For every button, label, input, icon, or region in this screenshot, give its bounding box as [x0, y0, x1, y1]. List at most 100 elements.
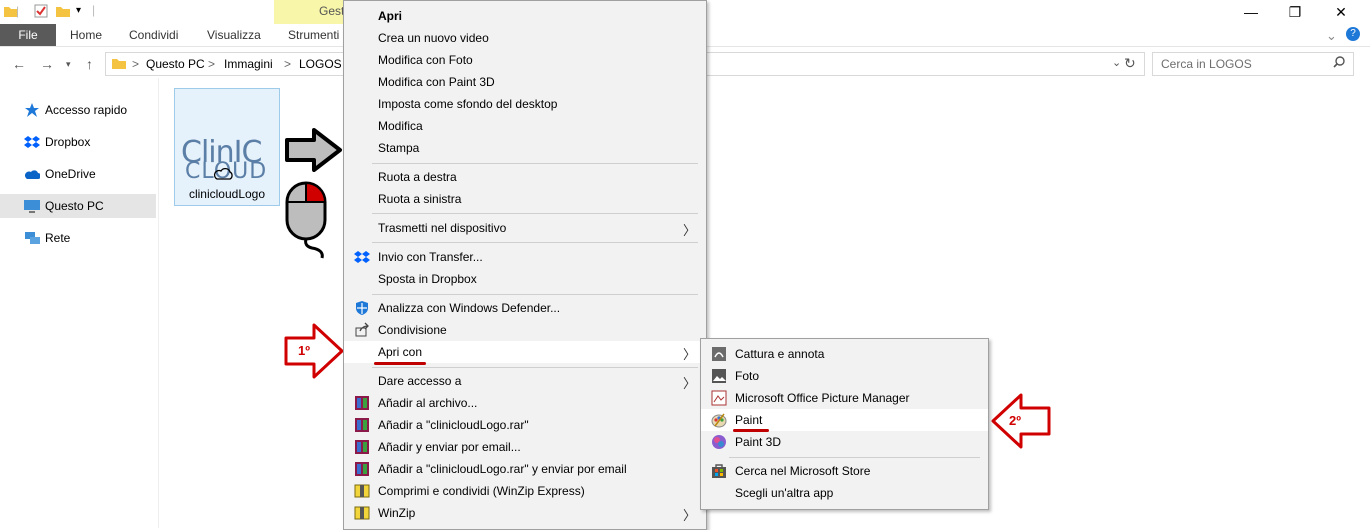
qa-dropdown-icon[interactable]: ▾	[76, 5, 81, 16]
menu-item-modifica-foto[interactable]: Modifica con Foto	[344, 49, 706, 71]
menu-item-anadir-rar-email[interactable]: Añadir a "clinicloudLogo.rar" y enviar p…	[344, 458, 706, 480]
sidebar-item-label: Dropbox	[45, 135, 91, 149]
minimize-button[interactable]: —	[1228, 0, 1274, 24]
sidebar-item-rete[interactable]: Rete	[0, 226, 156, 250]
menu-item-ruota-destra[interactable]: Ruota a destra	[344, 166, 706, 188]
submenu-arrow-icon: 〉	[682, 508, 696, 523]
arrow-right-icon	[284, 128, 344, 175]
submenu-item-paint[interactable]: Paint	[701, 409, 988, 431]
sidebar-item-label: Rete	[45, 231, 71, 245]
defender-shield-icon	[354, 300, 370, 316]
mouse-right-click-icon	[284, 180, 330, 265]
sidebar-item-label: Questo PC	[45, 199, 104, 213]
menu-item-invio-transfer[interactable]: Invio con Transfer...	[344, 246, 706, 268]
menu-item-windows-defender[interactable]: Analizza con Windows Defender...	[344, 297, 706, 319]
sidebar-item-accesso-rapido[interactable]: Accesso rapido	[0, 98, 156, 122]
file-item-clinicloudlogo[interactable]: ClinIC CLOUD clinicloudLogo	[174, 88, 280, 206]
menu-item-condivisione[interactable]: Condivisione	[344, 319, 706, 341]
ribbon-expand-icon[interactable]: ⌄	[1326, 28, 1337, 44]
submenu-arrow-icon: 〉	[682, 223, 696, 238]
menu-item-winzip-express[interactable]: Comprimi e condividi (WinZip Express)	[344, 480, 706, 502]
submenu-item-altra-app[interactable]: Scegli un'altra app	[701, 482, 988, 504]
breadcrumb-logos[interactable]: LOGOS	[299, 57, 342, 71]
contextual-tab-gestisci[interactable]: Gest	[274, 0, 344, 24]
computer-icon	[24, 199, 40, 213]
breadcrumb-separator: >	[132, 57, 140, 71]
menu-separator	[372, 367, 698, 368]
paint-icon	[711, 412, 727, 428]
sidebar-item-label: OneDrive	[45, 167, 96, 181]
maximize-button[interactable]: ❐	[1272, 0, 1318, 24]
breadcrumb-separator: >	[208, 57, 216, 71]
submenu-item-picture-manager[interactable]: Microsoft Office Picture Manager	[701, 387, 988, 409]
winrar-icon	[354, 417, 370, 433]
back-button[interactable]: ←	[12, 56, 26, 72]
winzip-icon	[354, 505, 370, 521]
tab-file[interactable]: File	[0, 24, 56, 46]
step2-label: 2º	[1009, 413, 1021, 428]
qa-divider-2: |	[92, 3, 96, 17]
menu-item-apri-con[interactable]: Apri con 〉	[344, 341, 706, 363]
cloud-icon	[24, 167, 41, 181]
photos-icon	[711, 368, 727, 384]
folder-icon	[112, 56, 126, 73]
menu-item-stampa[interactable]: Stampa	[344, 137, 706, 159]
recent-dropdown-icon[interactable]: ▾	[66, 59, 71, 70]
menu-item-dare-accesso[interactable]: Dare accesso a 〉	[344, 370, 706, 392]
sidebar-item-dropbox[interactable]: Dropbox	[0, 130, 156, 154]
winrar-icon	[354, 461, 370, 477]
menu-separator	[372, 213, 698, 214]
submenu-item-cattura[interactable]: Cattura e annota	[701, 343, 988, 365]
step1-arrow-icon: 1º	[284, 322, 346, 383]
menu-separator	[372, 163, 698, 164]
forward-button[interactable]: →	[40, 56, 54, 72]
star-icon	[24, 103, 40, 117]
snip-sketch-icon	[711, 346, 727, 362]
breadcrumb-questo-pc[interactable]: Questo PC	[146, 57, 205, 71]
menu-item-winzip[interactable]: WinZip 〉	[344, 502, 706, 524]
menu-item-modifica-paint3d[interactable]: Modifica con Paint 3D	[344, 71, 706, 93]
tab-home[interactable]: Home	[70, 24, 102, 46]
refresh-icon[interactable]: ↻	[1124, 55, 1136, 72]
tab-visualizza[interactable]: Visualizza	[207, 24, 261, 46]
menu-separator	[729, 457, 980, 458]
breadcrumb-immagini[interactable]: Immagini	[224, 57, 273, 71]
sidebar-item-onedrive[interactable]: OneDrive	[0, 162, 156, 186]
menu-item-crea-video[interactable]: Crea un nuovo video	[344, 27, 706, 49]
apri-con-underline	[374, 362, 426, 365]
submenu-item-paint3d[interactable]: Paint 3D	[701, 431, 988, 453]
help-icon[interactable]: ?	[1346, 27, 1360, 41]
context-menu: Apri Crea un nuovo video Modifica con Fo…	[343, 0, 707, 530]
submenu-arrow-icon: 〉	[682, 347, 696, 362]
store-icon	[711, 463, 727, 479]
menu-item-ruota-sinistra[interactable]: Ruota a sinistra	[344, 188, 706, 210]
winrar-icon	[354, 395, 370, 411]
dropbox-icon	[24, 135, 40, 149]
menu-item-anadir-rar[interactable]: Añadir a "clinicloudLogo.rar"	[344, 414, 706, 436]
new-folder-icon[interactable]	[56, 4, 70, 18]
sidebar-item-questo-pc[interactable]: Questo PC	[0, 194, 156, 218]
tab-condividi[interactable]: Condividi	[129, 24, 178, 46]
up-button[interactable]: ↑	[86, 56, 93, 72]
tab-strumenti[interactable]: Strumenti	[288, 24, 339, 46]
menu-item-modifica[interactable]: Modifica	[344, 115, 706, 137]
menu-item-anadir-email[interactable]: Añadir y enviar por email...	[344, 436, 706, 458]
qa-divider: |	[16, 4, 20, 18]
step1-label: 1º	[298, 343, 310, 358]
cloud-logo-icon	[213, 167, 235, 184]
menu-item-apri[interactable]: Apri	[344, 5, 706, 27]
search-icon[interactable]	[1333, 56, 1345, 71]
address-dropdown-icon[interactable]: ⌄	[1112, 56, 1121, 69]
submenu-item-foto[interactable]: Foto	[701, 365, 988, 387]
menu-item-trasmetti[interactable]: Trasmetti nel dispositivo 〉	[344, 217, 706, 239]
close-button[interactable]: ✕	[1318, 0, 1364, 24]
menu-item-sfondo-desktop[interactable]: Imposta come sfondo del desktop	[344, 93, 706, 115]
menu-item-anadir-archivo[interactable]: Añadir al archivo...	[344, 392, 706, 414]
search-input[interactable]: Cerca in LOGOS	[1152, 52, 1354, 76]
submenu-item-store[interactable]: Cerca nel Microsoft Store	[701, 460, 988, 482]
menu-separator	[372, 294, 698, 295]
menu-item-sposta-dropbox[interactable]: Sposta in Dropbox	[344, 268, 706, 290]
breadcrumb-separator: >	[284, 57, 292, 71]
properties-icon[interactable]	[34, 4, 48, 18]
file-name-label: clinicloudLogo	[188, 187, 266, 201]
